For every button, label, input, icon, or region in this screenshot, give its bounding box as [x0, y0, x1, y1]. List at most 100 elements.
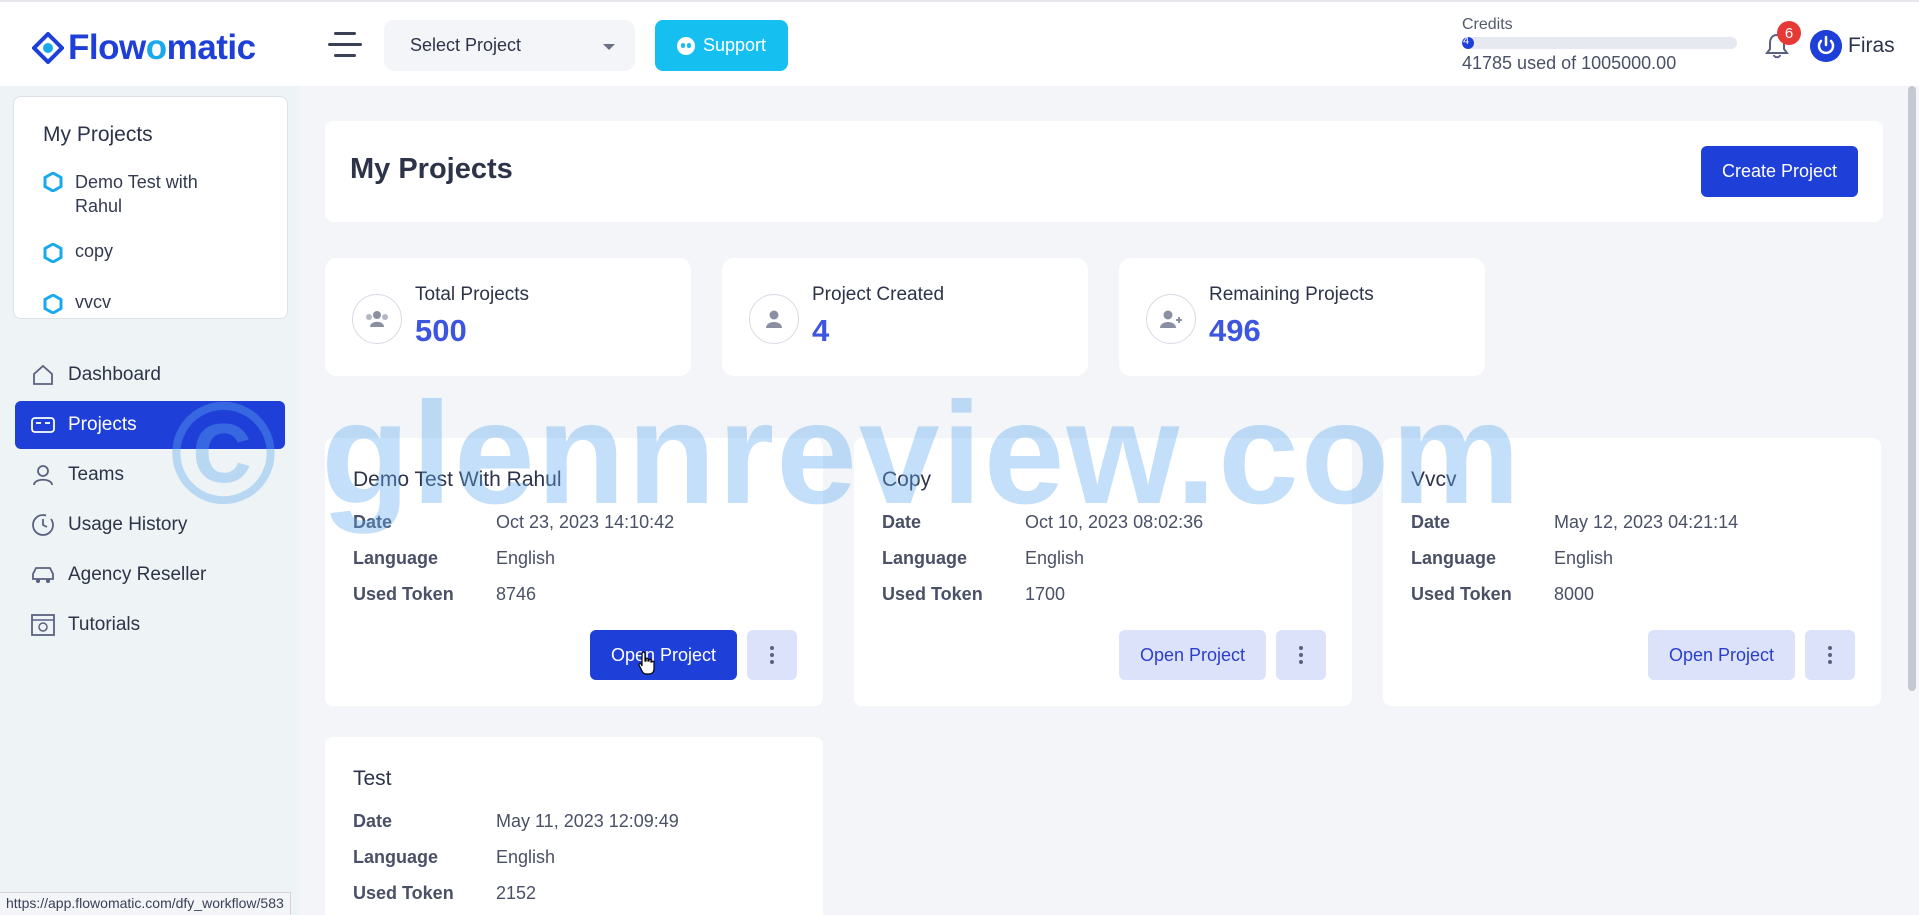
car-icon [32, 567, 54, 583]
user-name: Firas [1848, 34, 1895, 57]
project-card: Demo Test With Rahul Date Oct 23, 2023 14… [325, 438, 823, 706]
sidebar-item-label: Dashboard [68, 364, 161, 385]
field-value: 8746 [496, 584, 537, 604]
field-label: Date [1411, 512, 1451, 532]
hand-cursor-icon [638, 651, 655, 675]
project-language-row: Language English [882, 548, 1084, 569]
field-value: English [496, 847, 556, 867]
more-options-icon[interactable] [1805, 630, 1855, 680]
project-card: Vvcv Date May 12, 2023 04:21:14 Language E… [1383, 438, 1881, 706]
sidebar-project-item[interactable]: vvcv [43, 292, 111, 314]
power-icon [1810, 30, 1842, 62]
sidebar-item-projects[interactable]: Projects [15, 401, 285, 449]
field-value: 8000 [1554, 584, 1595, 604]
sidebar-project-label: copy [75, 241, 114, 261]
project-date-row: Date May 12, 2023 04:21:14 [1411, 512, 1738, 533]
project-name: Test [353, 767, 392, 790]
field-label: Used Token [882, 584, 983, 604]
project-token-row: Used Token 8000 [1411, 584, 1594, 605]
sidebar-item-dashboard[interactable]: Dashboard [15, 351, 285, 399]
stat-card-remaining: Remaining Projects 496 [1119, 258, 1485, 376]
page-title: My Projects [350, 153, 513, 185]
field-value: 1700 [1025, 584, 1066, 604]
field-value: English [496, 548, 556, 568]
home-icon [33, 364, 53, 385]
top-bar: Flowomatic Select Project Support Credit… [0, 0, 1919, 86]
field-label: Date [353, 811, 393, 831]
select-project-dropdown[interactable]: Select Project [384, 20, 635, 71]
user-icon [749, 294, 799, 344]
project-card: Copy Date Oct 10, 2023 08:02:36 Language E… [854, 438, 1352, 706]
projects-icon [31, 417, 55, 433]
field-label: Language [353, 548, 439, 568]
users-icon [352, 294, 402, 344]
project-token-row: Used Token 8746 [353, 584, 536, 605]
credits-progress-bar: 4 [1462, 37, 1737, 49]
project-date-row: Date Oct 23, 2023 14:10:42 [353, 512, 674, 533]
tutorials-icon [31, 614, 55, 636]
field-value: English [1554, 548, 1614, 568]
project-token-row: Used Token 2152 [353, 883, 536, 904]
project-name: Vvcv [1411, 468, 1457, 491]
stat-value: 500 [415, 313, 467, 348]
open-project-button[interactable]: Open Project [1648, 630, 1795, 680]
support-button[interactable]: Support [655, 20, 788, 71]
field-label: Date [882, 512, 922, 532]
project-card: Test Date May 11, 2023 12:09:49 Language E… [325, 737, 823, 915]
stat-label: Project Created [812, 284, 945, 305]
sidebar: My Projects Demo Test with Rahul copy vv… [0, 86, 300, 915]
field-label: Language [882, 548, 968, 568]
field-value: 2152 [496, 883, 537, 903]
page-header: My Projects Create Project [325, 121, 1883, 222]
more-options-icon[interactable] [1276, 630, 1326, 680]
my-projects-panel: My Projects Demo Test with Rahul copy vv… [13, 96, 288, 319]
project-language-row: Language English [1411, 548, 1613, 569]
field-value: May 11, 2023 12:09:49 [496, 811, 679, 831]
field-label: Language [353, 847, 439, 867]
menu-toggle-icon[interactable] [328, 30, 362, 60]
field-value: Oct 10, 2023 08:02:36 [1025, 512, 1204, 532]
sidebar-project-item[interactable]: copy [43, 241, 113, 263]
project-name: Copy [882, 468, 932, 491]
field-label: Used Token [353, 883, 454, 903]
create-project-button[interactable]: Create Project [1701, 146, 1858, 197]
more-options-icon[interactable] [747, 630, 797, 680]
sidebar-item-tutorials[interactable]: Tutorials [15, 601, 285, 649]
project-token-row: Used Token 1700 [882, 584, 1065, 605]
stat-label: Remaining Projects [1209, 284, 1374, 305]
my-projects-title: My Projects [43, 123, 153, 146]
sidebar-item-usage-history[interactable]: Usage History [15, 501, 285, 549]
credits-bar-number: 4 [1463, 37, 1470, 47]
select-project-value: Select Project [410, 35, 522, 55]
notification-badge: 6 [1777, 21, 1801, 45]
stat-card-total: Total Projects 500 [325, 258, 691, 376]
chevron-down-icon [603, 44, 615, 50]
flowomatic-logo[interactable]: Flowomatic [32, 28, 256, 68]
sidebar-item-label: Usage History [68, 514, 188, 535]
field-value: May 12, 2023 04:21:14 [1554, 512, 1739, 532]
scrollbar-thumb[interactable] [1908, 86, 1916, 691]
logo-icon [32, 32, 64, 64]
project-hex-icon [43, 243, 63, 263]
sidebar-project-item[interactable]: Demo Test with Rahul [43, 170, 243, 218]
sidebar-item-label: Projects [68, 414, 137, 435]
open-project-button[interactable]: Open Project [1119, 630, 1266, 680]
support-icon [676, 36, 695, 55]
sidebar-item-agency-reseller[interactable]: Agency Reseller [15, 551, 285, 599]
user-menu[interactable]: Firas [1810, 30, 1895, 62]
field-value: English [1025, 548, 1085, 568]
link-status-bar: https://app.flowomatic.com/dfy_workflow/… [0, 892, 291, 915]
sidebar-item-label: Tutorials [68, 614, 141, 635]
sidebar-project-label: Demo Test with Rahul [75, 172, 198, 216]
support-label: Support [702, 35, 767, 55]
credits-widget: Credits 4 41785 used of 1005000.00 [1462, 16, 1742, 74]
page-scrollbar[interactable] [1905, 86, 1919, 915]
open-project-button[interactable]: Open Project [590, 630, 737, 680]
credits-used-text: 41785 used of 1005000.00 [1462, 53, 1677, 73]
stat-value: 4 [812, 313, 830, 348]
field-value: Oct 23, 2023 14:10:42 [496, 512, 675, 532]
project-date-row: Date May 11, 2023 12:09:49 [353, 811, 679, 832]
project-name: Demo Test With Rahul [353, 468, 562, 491]
sidebar-item-teams[interactable]: Teams [15, 451, 285, 499]
field-label: Used Token [1411, 584, 1512, 604]
